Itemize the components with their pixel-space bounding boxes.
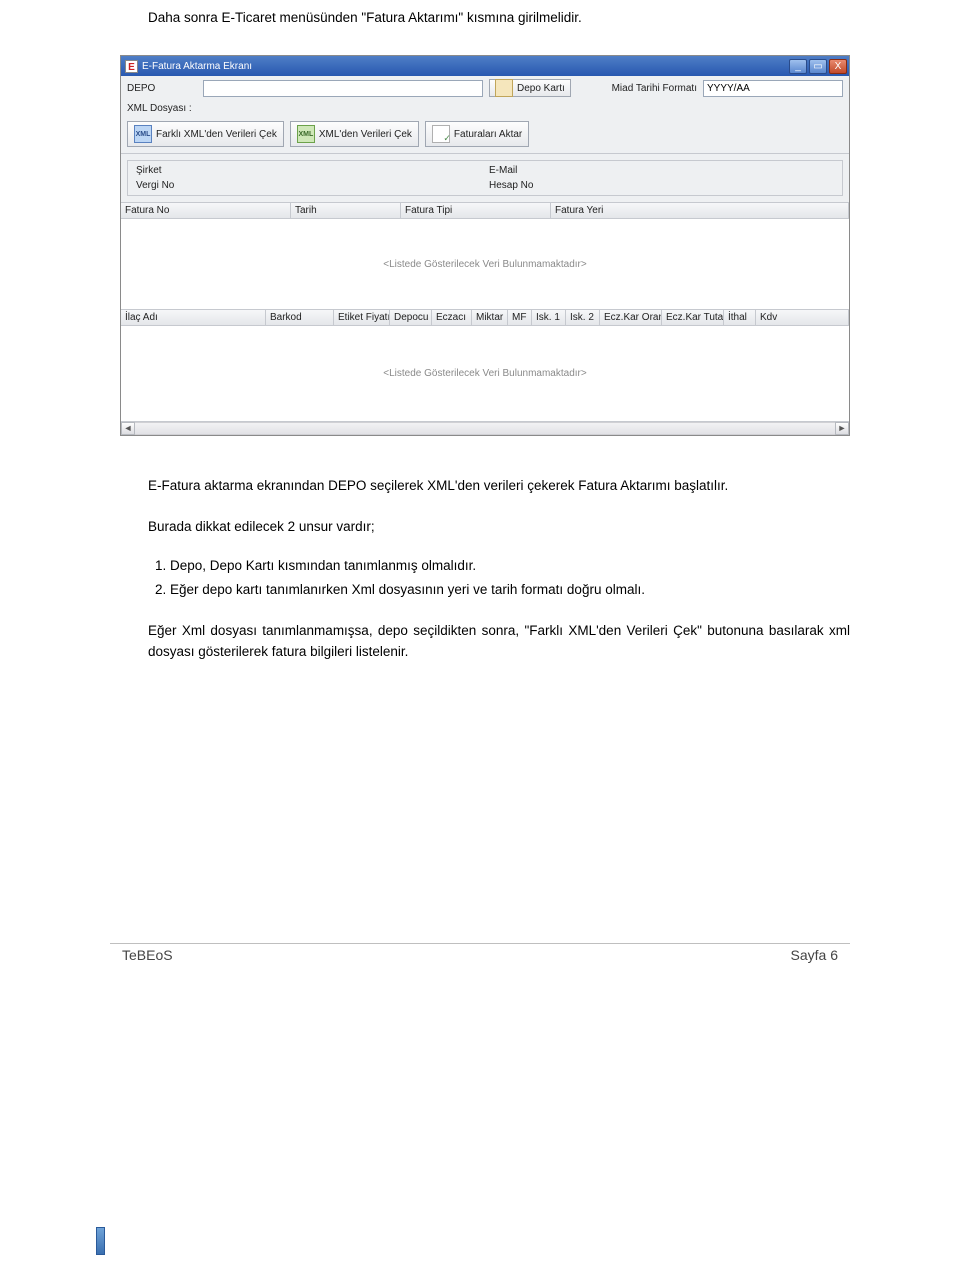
numbered-list: Depo, Depo Kartı kısmından tanımlanmış o… [170, 556, 850, 601]
list-item: Eğer depo kartı tanımlanırken Xml dosyas… [170, 580, 850, 601]
depo-label: DEPO [127, 83, 197, 94]
grid1-header: Fatura No Tarih Fatura Tipi Fatura Yeri [121, 202, 849, 219]
grid2-header: İlaç Adı Barkod Etiket Fiyatı Depocu Ecz… [121, 309, 849, 326]
email-value [557, 165, 834, 176]
form-row-xml: XML Dosyası : [121, 100, 849, 117]
grid2-col-eczkartutari[interactable]: Ecz.Kar Tutarı [662, 310, 724, 325]
footer: TeBEoS Sayfa 6 [0, 943, 960, 985]
scroll-left-button[interactable]: ◄ [121, 422, 135, 435]
btn-faturalari-aktar[interactable]: Faturaları Aktar [425, 121, 529, 147]
grid2-col-eczkarorani[interactable]: Ecz.Kar Oranı [600, 310, 662, 325]
h-scrollbar[interactable]: ◄ ► [121, 421, 849, 435]
minimize-button[interactable]: _ [789, 59, 807, 74]
close-button[interactable]: X [829, 59, 847, 74]
scroll-right-button[interactable]: ► [835, 422, 849, 435]
intro-text: Daha sonra E-Ticaret menüsünden "Fatura … [120, 6, 850, 55]
hesap-label: Hesap No [489, 180, 549, 191]
screenshot: E E-Fatura Aktarma Ekranı _ ▭ X DEPO Dep… [120, 55, 850, 436]
btn-farkli-xml[interactable]: XML Farklı XML'den Verileri Çek [127, 121, 284, 147]
grid2-col-isk1[interactable]: Isk. 1 [532, 310, 566, 325]
grid1-col-fatura-yeri[interactable]: Fatura Yeri [551, 203, 849, 218]
sirket-label: Şirket [136, 165, 196, 176]
grid1-col-fatura-no[interactable]: Fatura No [121, 203, 291, 218]
grid2-col-miktar[interactable]: Miktar [472, 310, 508, 325]
grid2-col-mf[interactable]: MF [508, 310, 532, 325]
email-label: E-Mail [489, 165, 549, 176]
grid2-empty-text: <Listede Gösterilecek Veri Bulunmamaktad… [383, 368, 586, 379]
btn-faturalari-aktar-label: Faturaları Aktar [454, 129, 522, 140]
grid2-body: <Listede Gösterilecek Veri Bulunmamaktad… [121, 326, 849, 421]
xml-green-icon: XML [297, 125, 315, 143]
paper-check-icon [432, 125, 450, 143]
grid2-col-ithal[interactable]: İthal [724, 310, 756, 325]
toolbar: XML Farklı XML'den Verileri Çek XML XML'… [121, 117, 849, 154]
paragraph-1: E-Fatura aktarma ekranından DEPO seçiler… [148, 476, 850, 497]
grid2-col-barkod[interactable]: Barkod [266, 310, 334, 325]
body-text: E-Fatura aktarma ekranından DEPO seçiler… [120, 476, 850, 663]
hesap-value [557, 180, 834, 191]
vergi-label: Vergi No [136, 180, 196, 191]
window-title: E-Fatura Aktarma Ekranı [142, 61, 789, 72]
btn-xml[interactable]: XML XML'den Verileri Çek [290, 121, 419, 147]
vergi-value [204, 180, 481, 191]
grid1-body: <Listede Gösterilecek Veri Bulunmamaktad… [121, 219, 849, 309]
maximize-button[interactable]: ▭ [809, 59, 827, 74]
xml-blue-icon: XML [134, 125, 152, 143]
app-window: E E-Fatura Aktarma Ekranı _ ▭ X DEPO Dep… [120, 55, 850, 436]
miad-label: Miad Tarihi Formatı [612, 83, 697, 94]
grid1-col-tarih[interactable]: Tarih [291, 203, 401, 218]
miad-input[interactable] [703, 80, 843, 97]
btn-xml-label: XML'den Verileri Çek [319, 129, 412, 140]
depo-icon [495, 79, 513, 97]
depo-karti-label: Depo Kartı [517, 83, 565, 94]
info-panel: Şirket E-Mail Vergi No Hesap No [127, 160, 843, 196]
grid2-col-eczaci[interactable]: Eczacı [432, 310, 472, 325]
list-item: Depo, Depo Kartı kısmından tanımlanmış o… [170, 556, 850, 577]
scroll-track[interactable] [135, 422, 835, 435]
grid2-col-etiket[interactable]: Etiket Fiyatı [334, 310, 390, 325]
grid2-col-isk2[interactable]: Isk. 2 [566, 310, 600, 325]
paragraph-2: Burada dikkat edilecek 2 unsur vardır; [148, 517, 850, 538]
grid2-col-kdv[interactable]: Kdv [756, 310, 849, 325]
footer-right: Sayfa 6 [791, 947, 838, 963]
grid2-col-depocu[interactable]: Depocu [390, 310, 432, 325]
app-icon: E [125, 60, 138, 73]
sirket-value [204, 165, 481, 176]
depo-karti-button[interactable]: Depo Kartı [489, 79, 571, 97]
grid1-empty-text: <Listede Gösterilecek Veri Bulunmamaktad… [383, 259, 586, 270]
depo-input[interactable] [203, 80, 483, 97]
grid2-col-ilac[interactable]: İlaç Adı [121, 310, 266, 325]
titlebar: E E-Fatura Aktarma Ekranı _ ▭ X [121, 56, 849, 76]
footer-left: TeBEoS [122, 947, 173, 963]
xml-label: XML Dosyası : [127, 103, 197, 114]
side-tab-icon [96, 1227, 105, 1255]
btn-farkli-xml-label: Farklı XML'den Verileri Çek [156, 129, 277, 140]
paragraph-3: Eğer Xml dosyası tanımlanmamışsa, depo s… [148, 621, 850, 663]
grid1-col-fatura-tipi[interactable]: Fatura Tipi [401, 203, 551, 218]
form-row-depo: DEPO Depo Kartı Miad Tarihi Formatı [121, 76, 849, 100]
